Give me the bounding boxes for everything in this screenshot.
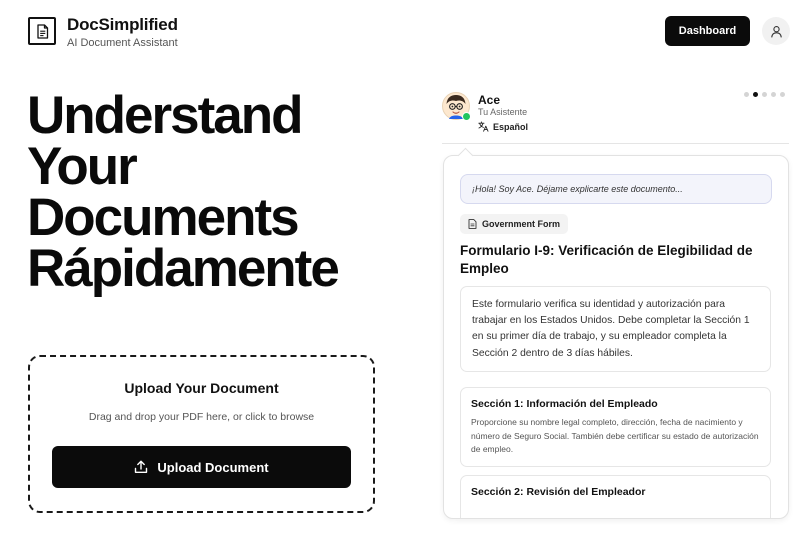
upload-title: Upload Your Document [124, 380, 279, 396]
hero-line: Rápidamente [27, 239, 340, 298]
hero-line: Your [27, 137, 138, 196]
translate-icon [478, 121, 489, 132]
slide-dot[interactable] [780, 92, 785, 97]
assistant-name: Ace [478, 93, 501, 107]
section-body: Proporcione su nombre legal completo, di… [471, 417, 759, 454]
section-item[interactable]: Sección 2: Revisión del Empleador [460, 475, 771, 518]
section-item[interactable]: Sección 1: Información del Empleado Prop… [460, 387, 771, 467]
language-selector[interactable]: Español [478, 121, 528, 132]
document-type-label: Government Form [482, 219, 561, 229]
upload-button-label: Upload Document [157, 459, 269, 475]
upload-document-button[interactable]: Upload Document [52, 446, 351, 488]
assistant-role: Tu Asistente [478, 107, 528, 117]
document-icon [468, 219, 477, 229]
upload-subtitle: Drag and drop your PDF here, or click to… [88, 411, 315, 423]
slide-dot[interactable] [762, 92, 767, 97]
upload-icon [135, 460, 148, 473]
hero-line: Understand [27, 86, 303, 145]
hero-heading: Understand Your Documents Rápidamente [27, 86, 417, 298]
online-status-indicator [462, 112, 471, 121]
section-title: Sección 1: Información del Empleado [471, 398, 658, 410]
brand-name: DocSimplified [67, 15, 178, 34]
user-menu-button[interactable] [762, 17, 790, 45]
slide-dot[interactable] [771, 92, 776, 97]
user-icon [770, 25, 782, 38]
hero-line: Documents [27, 188, 300, 247]
slide-dot-active[interactable] [753, 92, 758, 97]
brand: DocSimplified AI Document Assistant [67, 15, 178, 50]
dashboard-button[interactable]: Dashboard [665, 16, 750, 46]
document-type-badge: Government Form [460, 214, 569, 234]
slide-indicator [744, 92, 785, 97]
form-summary: Este formulario verifica su identidad y … [460, 286, 771, 372]
upload-dropzone[interactable]: Upload Your Document Drag and drop your … [28, 355, 375, 513]
divider [442, 143, 789, 144]
section-title: Sección 2: Revisión del Empleador [471, 486, 646, 498]
slide-dot[interactable] [744, 92, 749, 97]
document-icon [36, 23, 48, 39]
brand-tagline: AI Document Assistant [67, 37, 178, 49]
form-title: Formulario I-9: Verificación de Elegibil… [460, 243, 753, 276]
assistant-greeting: ¡Hola! Soy Ace. Déjame explicarte este d… [460, 174, 772, 204]
logo[interactable] [28, 17, 56, 45]
language-label: Español [493, 121, 529, 132]
explanation-card: ¡Hola! Soy Ace. Déjame explicarte este d… [443, 155, 789, 519]
